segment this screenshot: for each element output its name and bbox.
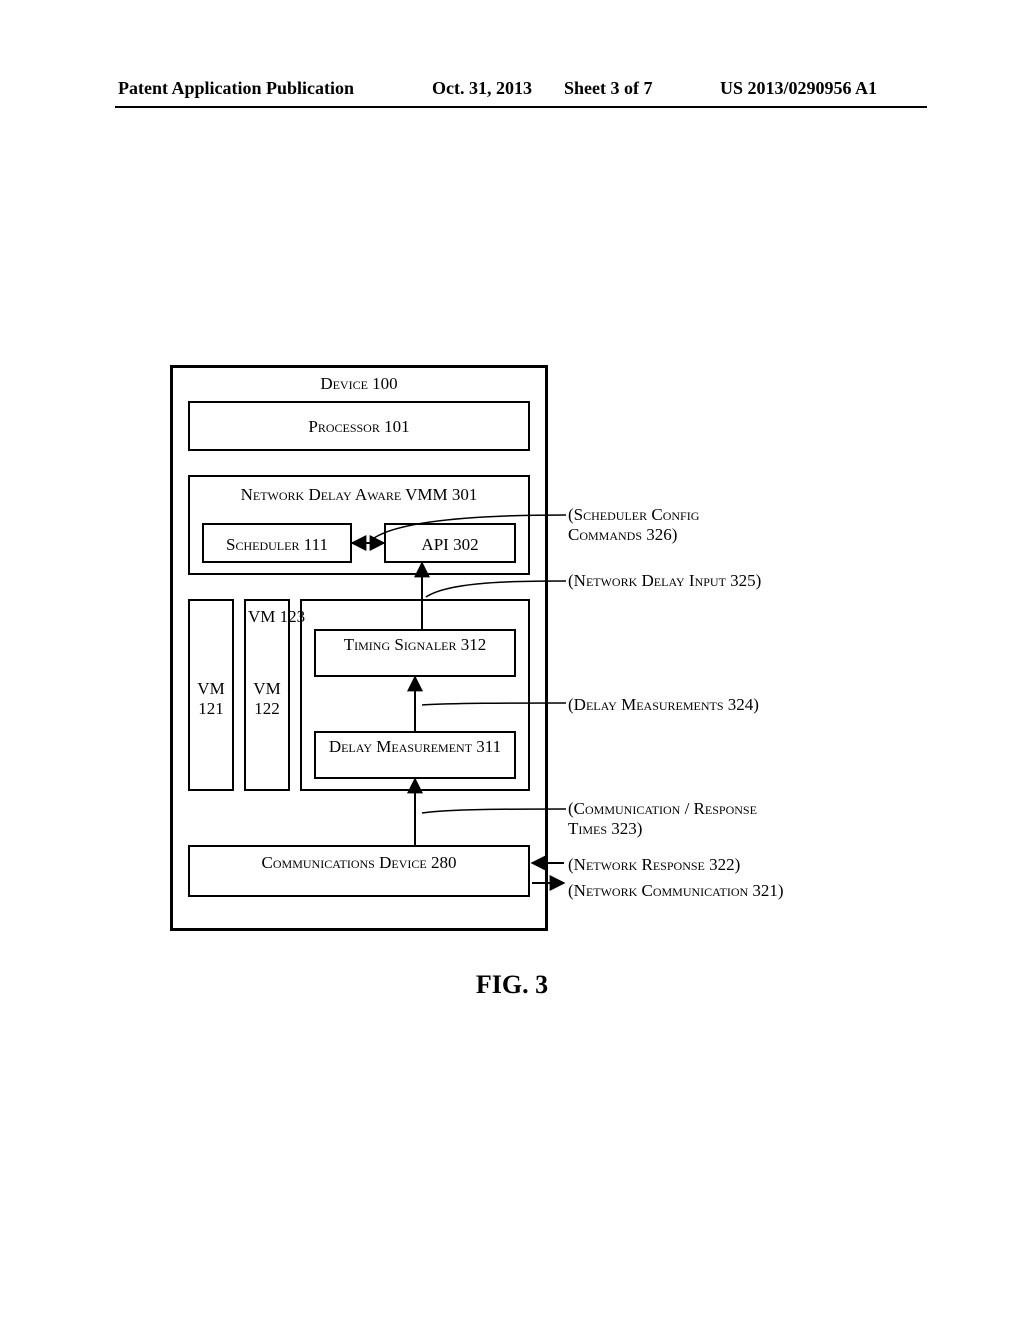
scheduler-box: Scheduler 111 xyxy=(202,523,352,563)
annot-network-delay-input: (Network Delay Input 325) xyxy=(568,571,768,591)
annot-network-response: (Network Response 322) xyxy=(568,855,808,875)
publication-label: Patent Application Publication xyxy=(118,78,354,99)
publication-date: Oct. 31, 2013 xyxy=(432,78,532,99)
delay-measurement-box: Delay Measurement 311 xyxy=(314,731,516,779)
communications-device-label: Communications Device 280 xyxy=(190,853,528,873)
annot-scheduler-config: (Scheduler Config Commands 326) xyxy=(568,505,768,544)
processor-label: Processor 101 xyxy=(190,417,528,437)
vm121-label: VM 121 xyxy=(190,679,232,718)
communications-device-box: Communications Device 280 xyxy=(188,845,530,897)
delay-measurement-label: Delay Measurement 311 xyxy=(316,737,514,757)
annot-comm-response-times: (Communication / Response Times 323) xyxy=(568,799,788,838)
timing-signaler-label: Timing Signaler 312 xyxy=(316,635,514,655)
vm122-box: VM 122 xyxy=(244,599,290,791)
timing-signaler-box: Timing Signaler 312 xyxy=(314,629,516,677)
vm123-title: VM 123 xyxy=(232,607,305,627)
header-rule xyxy=(115,106,927,108)
api-label: API 302 xyxy=(386,535,514,555)
vm122-label: VM 122 xyxy=(246,679,288,718)
vmm-title: Network Delay Aware VMM 301 xyxy=(190,485,528,505)
diagram: Device 100 Processor 101 Network Delay A… xyxy=(170,365,890,955)
vm121-box: VM 121 xyxy=(188,599,234,791)
annot-network-communication: (Network Communication 321) xyxy=(568,881,808,901)
scheduler-label: Scheduler 111 xyxy=(204,535,350,555)
publication-number: US 2013/0290956 A1 xyxy=(720,78,877,99)
annot-delay-measurements: (Delay Measurements 324) xyxy=(568,695,808,715)
sheet-number: Sheet 3 of 7 xyxy=(564,78,653,99)
figure-caption: FIG. 3 xyxy=(0,970,1024,1000)
api-box: API 302 xyxy=(384,523,516,563)
processor-box: Processor 101 xyxy=(188,401,530,451)
device-title: Device 100 xyxy=(173,374,545,394)
